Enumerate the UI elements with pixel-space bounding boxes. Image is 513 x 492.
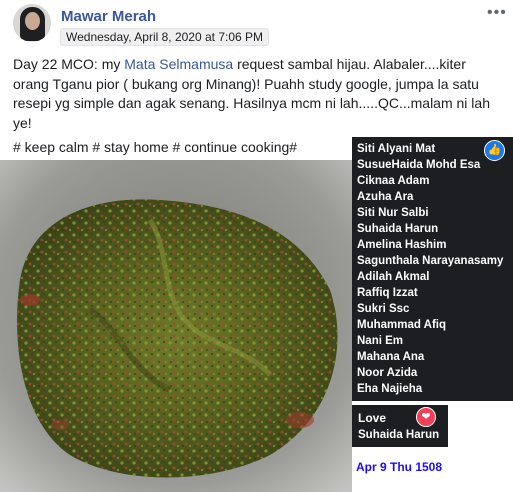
- list-item: Suhaida Harun: [358, 429, 440, 441]
- author-name[interactable]: Mawar Merah: [61, 8, 156, 25]
- list-item: Suhaida Harun: [357, 223, 439, 235]
- more-options-icon[interactable]: •••: [487, 4, 507, 22]
- post-timestamp[interactable]: Wednesday, April 8, 2020 at 7:06 PM: [60, 28, 270, 46]
- list-item: Ciknaa Adam: [357, 175, 430, 187]
- sambal-photo-image: [0, 160, 352, 492]
- avatar-face: [25, 12, 40, 30]
- list-item: Mahana Ana: [357, 351, 425, 363]
- like-names-list: Siti Alyani Mat SusueHaida Mohd Esa Cikn…: [357, 141, 503, 397]
- list-item: Siti Alyani Mat: [357, 143, 436, 155]
- list-item: Sukri Ssc: [357, 303, 410, 315]
- list-item: Noor Azida: [357, 367, 418, 379]
- post-text-before: Day 22 MCO: my: [13, 56, 125, 72]
- post-header: Mawar Merah Wednesday, April 8, 2020 at …: [0, 0, 513, 50]
- list-item: Amelina Hashim: [357, 239, 447, 251]
- post-photo[interactable]: [0, 160, 352, 492]
- date-annotation: Apr 9 Thu 1508: [356, 460, 443, 474]
- list-item: Siti Nur Salbi: [357, 207, 429, 219]
- post-text: Day 22 MCO: my Mata Selmamusa request sa…: [13, 55, 503, 133]
- list-item: Nani Em: [357, 335, 404, 347]
- list-item: Eha Najieha: [357, 383, 423, 395]
- post-hashtags: # keep calm # stay home # continue cooki…: [13, 139, 298, 155]
- list-item: SusueHaida Mohd Esa: [357, 159, 481, 171]
- list-item: Adilah Akmal: [357, 271, 430, 283]
- avatar[interactable]: [13, 4, 51, 42]
- list-item: Sagunthala Narayanasamy: [357, 255, 504, 267]
- list-item: Muhammad Afiq: [357, 319, 447, 331]
- heart-icon[interactable]: ❤: [416, 407, 436, 427]
- list-item: Azuha Ara: [357, 191, 414, 203]
- tagged-person-link[interactable]: Mata Selmamusa: [124, 56, 233, 72]
- love-title: Love: [358, 411, 387, 425]
- list-item: Raffiq Izzat: [357, 287, 418, 299]
